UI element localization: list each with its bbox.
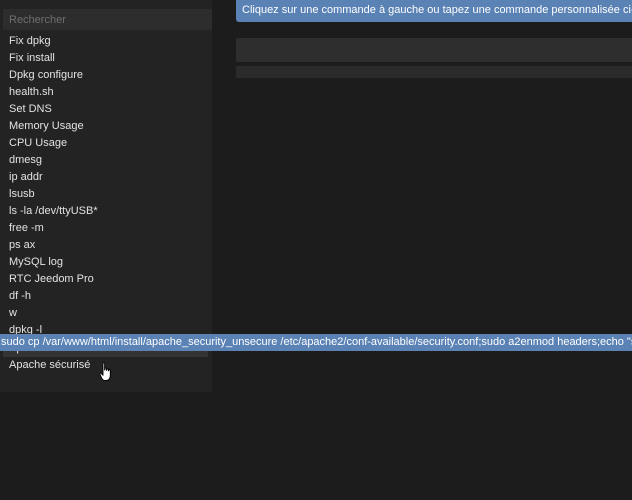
command-item[interactable]: Fix install: [3, 50, 212, 67]
command-tooltip: sudo cp /var/www/html/install/apache_sec…: [0, 334, 632, 351]
command-item[interactable]: free -m: [3, 220, 212, 237]
search-input[interactable]: [3, 9, 212, 30]
command-item[interactable]: health.sh: [3, 84, 212, 101]
command-item[interactable]: Fix dpkg: [3, 33, 212, 50]
command-item[interactable]: lsusb: [3, 186, 212, 203]
command-item[interactable]: RTC Jeedom Pro: [3, 271, 212, 288]
command-list: Fix dpkg Fix install Dpkg configure health.…: [3, 33, 212, 335]
command-item[interactable]: CPU Usage: [3, 135, 212, 152]
command-console: Fix dpkgFix installDpkg configurehealth.…: [0, 0, 632, 500]
command-item[interactable]: Set DNS: [3, 101, 212, 118]
command-item[interactable]: MySQL log: [3, 254, 212, 271]
custom-command-input[interactable]: [236, 38, 632, 62]
command-item[interactable]: Dpkg configure: [3, 67, 212, 84]
command-item[interactable]: ls -la /dev/ttyUSB*: [3, 203, 212, 220]
info-banner: Cliquez sur une commande à gauche ou tap…: [236, 0, 632, 22]
command-item[interactable]: Memory Usage: [3, 118, 212, 135]
command-item[interactable]: ps ax: [3, 237, 212, 254]
command-output: [236, 66, 632, 78]
command-item[interactable]: w: [3, 305, 212, 322]
command-item[interactable]: dmesg: [3, 152, 212, 169]
command-item[interactable]: df -h: [3, 288, 212, 305]
command-item-apache-secure[interactable]: Apache sécurisé: [3, 357, 212, 374]
command-item[interactable]: ip addr: [3, 169, 212, 186]
